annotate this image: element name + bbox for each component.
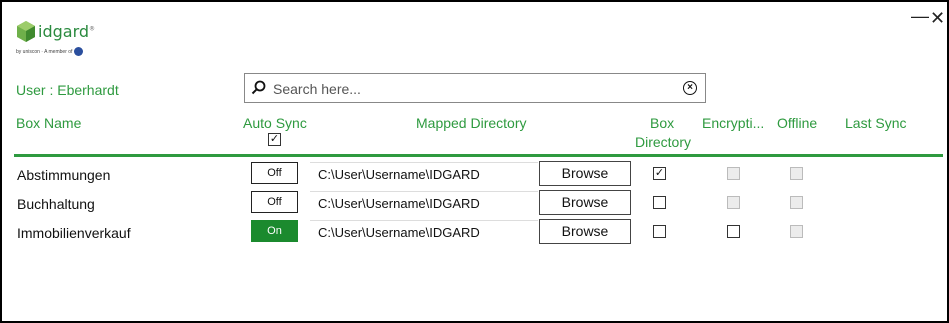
- auto-sync-toggle[interactable]: On: [251, 220, 298, 242]
- check-icon: ✓: [269, 133, 280, 145]
- column-header-box-directory-line1: Box: [650, 115, 675, 131]
- brand-name: idgard®: [38, 22, 96, 41]
- column-header-encryption: Encrypti...: [702, 115, 765, 131]
- offline-checkbox: [790, 225, 803, 238]
- offline-checkbox: [790, 167, 803, 180]
- close-button[interactable]: ✕: [930, 8, 945, 29]
- search-icon: [251, 80, 266, 95]
- box-directory-checkbox[interactable]: [653, 196, 666, 209]
- box-name: Abstimmungen: [17, 167, 111, 183]
- partner-logo-icon: [74, 47, 84, 56]
- column-header-box-name: Box Name: [16, 115, 82, 131]
- browse-button[interactable]: Browse: [539, 161, 631, 186]
- user-label: User : Eberhardt: [16, 82, 119, 98]
- box-directory-checkbox[interactable]: [653, 225, 666, 238]
- minimize-button[interactable]: —: [911, 6, 929, 27]
- browse-button[interactable]: Browse: [539, 190, 631, 215]
- mapped-directory-field[interactable]: C:\User\Username\IDGARD: [310, 162, 538, 186]
- auto-sync-toggle[interactable]: Off: [251, 191, 298, 213]
- mapped-directory-field[interactable]: C:\User\Username\IDGARD: [310, 191, 538, 215]
- column-header-offline: Offline: [777, 115, 818, 131]
- tagline: by uniscon · A member of: [16, 47, 84, 56]
- offline-checkbox: [790, 196, 803, 209]
- auto-sync-all-checkbox[interactable]: ✓: [268, 133, 281, 146]
- box-name: Immobilienverkauf: [17, 225, 131, 241]
- idgard-logo-icon: [17, 21, 35, 42]
- encryption-checkbox: [727, 196, 740, 209]
- search-box[interactable]: ×: [244, 73, 706, 103]
- clear-search-icon[interactable]: ×: [683, 81, 697, 95]
- box-directory-checkbox[interactable]: ✓: [653, 167, 666, 180]
- column-header-last-sync: Last Sync: [845, 115, 907, 131]
- search-input[interactable]: [271, 79, 675, 99]
- column-header-mapped-directory: Mapped Directory: [416, 115, 527, 131]
- browse-button[interactable]: Browse: [539, 219, 631, 244]
- column-header-auto-sync: Auto Sync: [243, 115, 307, 131]
- encryption-checkbox[interactable]: [727, 225, 740, 238]
- mapped-directory-field[interactable]: C:\User\Username\IDGARD: [310, 220, 538, 244]
- app-window: idgard® by uniscon · A member of — ✕ Use…: [0, 0, 949, 323]
- check-icon: ✓: [654, 167, 665, 179]
- auto-sync-toggle[interactable]: Off: [251, 162, 298, 184]
- column-header-box-directory-line2: Directory: [635, 134, 692, 150]
- header-divider: [14, 154, 943, 157]
- box-name: Buchhaltung: [17, 196, 95, 212]
- encryption-checkbox: [727, 167, 740, 180]
